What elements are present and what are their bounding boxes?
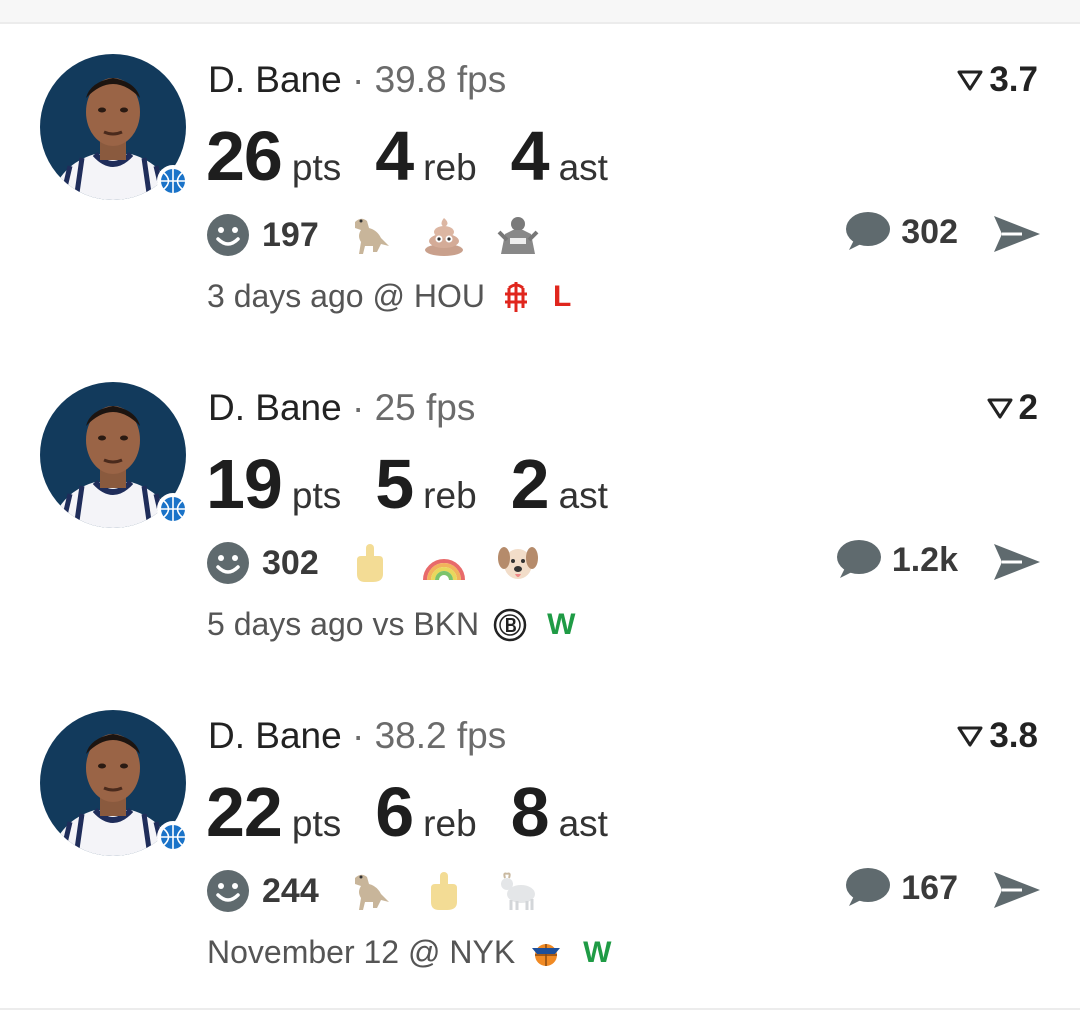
post-card[interactable]: D. Bane · 39.8 fps 3.7 26 pts 4 reb 4 as… — [0, 24, 1080, 354]
reactions[interactable]: 197 — [206, 212, 569, 258]
rebounds-label: reb — [423, 803, 477, 844]
separator: · — [351, 59, 365, 100]
game-date-opponent: November 12 @ NYK — [207, 934, 516, 970]
comment-count: 302 — [901, 212, 958, 251]
separator: · — [351, 387, 365, 428]
game-info: November 12 @ NYK W — [207, 934, 611, 971]
rebounds-value: 6 — [375, 773, 414, 851]
reactions[interactable]: 302 — [206, 540, 569, 586]
points-label: pts — [291, 475, 342, 516]
comment-icon[interactable] — [843, 210, 891, 254]
smiley-icon[interactable] — [206, 213, 250, 257]
points-value: 26 — [206, 117, 283, 195]
rebounds-label: reb — [423, 475, 477, 516]
dinosaur-icon[interactable] — [347, 212, 393, 258]
knicks-logo-icon[interactable] — [529, 936, 563, 970]
points-value: 19 — [206, 445, 283, 523]
post-header: D. Bane · 39.8 fps — [208, 58, 506, 102]
fantasy-points: 25 fps — [374, 387, 476, 428]
player-name[interactable]: D. Bane — [208, 59, 342, 100]
rebounds-value: 5 — [375, 445, 414, 523]
game-result: W — [547, 607, 576, 641]
avatar[interactable] — [40, 54, 186, 200]
poop-icon[interactable] — [421, 212, 467, 258]
rating-triangle-icon — [957, 70, 983, 91]
post-header: D. Bane · 38.2 fps — [208, 714, 506, 758]
share-icon[interactable] — [992, 870, 1042, 910]
game-info: 3 days ago @ HOU L — [207, 278, 571, 315]
points-label: pts — [291, 147, 342, 188]
player-sticker-icon[interactable] — [495, 212, 541, 258]
assists-label: ast — [558, 803, 608, 844]
rating-value: 2 — [1018, 388, 1038, 427]
middle-finger-icon[interactable] — [347, 540, 393, 586]
game-info: 5 days ago vs BKN W — [207, 606, 575, 643]
goat-icon[interactable] — [495, 868, 541, 914]
avatar[interactable] — [40, 382, 186, 528]
reaction-count: 244 — [262, 871, 319, 910]
top-divider — [0, 0, 1080, 24]
rating-triangle-icon — [957, 726, 983, 747]
rebounds-value: 4 — [375, 117, 414, 195]
game-result: L — [552, 279, 572, 313]
comments[interactable]: 167 — [843, 866, 958, 910]
share-icon[interactable] — [992, 542, 1042, 582]
rating-value: 3.8 — [989, 716, 1038, 755]
avatar[interactable] — [40, 710, 186, 856]
dinosaur-icon[interactable] — [347, 868, 393, 914]
stat-line: 19 pts 5 reb 2 ast — [206, 444, 642, 524]
comment-count: 1.2k — [891, 540, 958, 579]
rainbow-icon[interactable] — [421, 540, 467, 586]
stat-line: 22 pts 6 reb 8 ast — [206, 772, 642, 852]
post-card[interactable]: D. Bane · 38.2 fps 3.8 22 pts 6 reb 8 as… — [0, 680, 1080, 1010]
reaction-count: 302 — [262, 543, 319, 582]
comment-icon[interactable] — [834, 538, 882, 582]
nets-logo-icon[interactable] — [493, 608, 527, 642]
post-card[interactable]: D. Bane · 25 fps 2 19 pts 5 reb 2 ast 30… — [0, 352, 1080, 682]
rebounds-label: reb — [423, 147, 477, 188]
assists-label: ast — [558, 475, 608, 516]
post-header: D. Bane · 25 fps — [208, 386, 475, 430]
comments[interactable]: 1.2k — [834, 538, 958, 582]
assists-value: 4 — [510, 117, 550, 195]
smiley-icon[interactable] — [206, 869, 250, 913]
fantasy-points: 39.8 fps — [374, 59, 507, 100]
comment-icon[interactable] — [843, 866, 891, 910]
rating[interactable]: 2 — [987, 388, 1038, 428]
assists-label: ast — [558, 147, 608, 188]
smiley-icon[interactable] — [206, 541, 250, 585]
rating[interactable]: 3.8 — [957, 716, 1038, 756]
stat-line: 26 pts 4 reb 4 ast — [206, 116, 642, 196]
game-result: W — [583, 935, 612, 969]
middle-finger-icon[interactable] — [421, 868, 467, 914]
comment-count: 167 — [901, 868, 958, 907]
dog-face-icon[interactable] — [495, 540, 541, 586]
separator: · — [351, 715, 365, 756]
rating-value: 3.7 — [989, 60, 1038, 99]
comments[interactable]: 302 — [843, 210, 958, 254]
assists-value: 8 — [510, 773, 550, 851]
player-name[interactable]: D. Bane — [208, 715, 342, 756]
game-date-opponent: 3 days ago @ HOU — [207, 278, 485, 314]
player-name[interactable]: D. Bane — [208, 387, 342, 428]
game-date-opponent: 5 days ago vs BKN — [207, 606, 480, 642]
points-value: 22 — [206, 773, 283, 851]
rockets-logo-icon[interactable] — [499, 280, 533, 314]
assists-value: 2 — [510, 445, 550, 523]
reactions[interactable]: 244 — [206, 868, 569, 914]
rating[interactable]: 3.7 — [957, 60, 1038, 100]
fantasy-points: 38.2 fps — [374, 715, 507, 756]
rating-triangle-icon — [987, 398, 1013, 419]
points-label: pts — [291, 803, 342, 844]
share-icon[interactable] — [992, 214, 1042, 254]
reaction-count: 197 — [262, 215, 319, 254]
